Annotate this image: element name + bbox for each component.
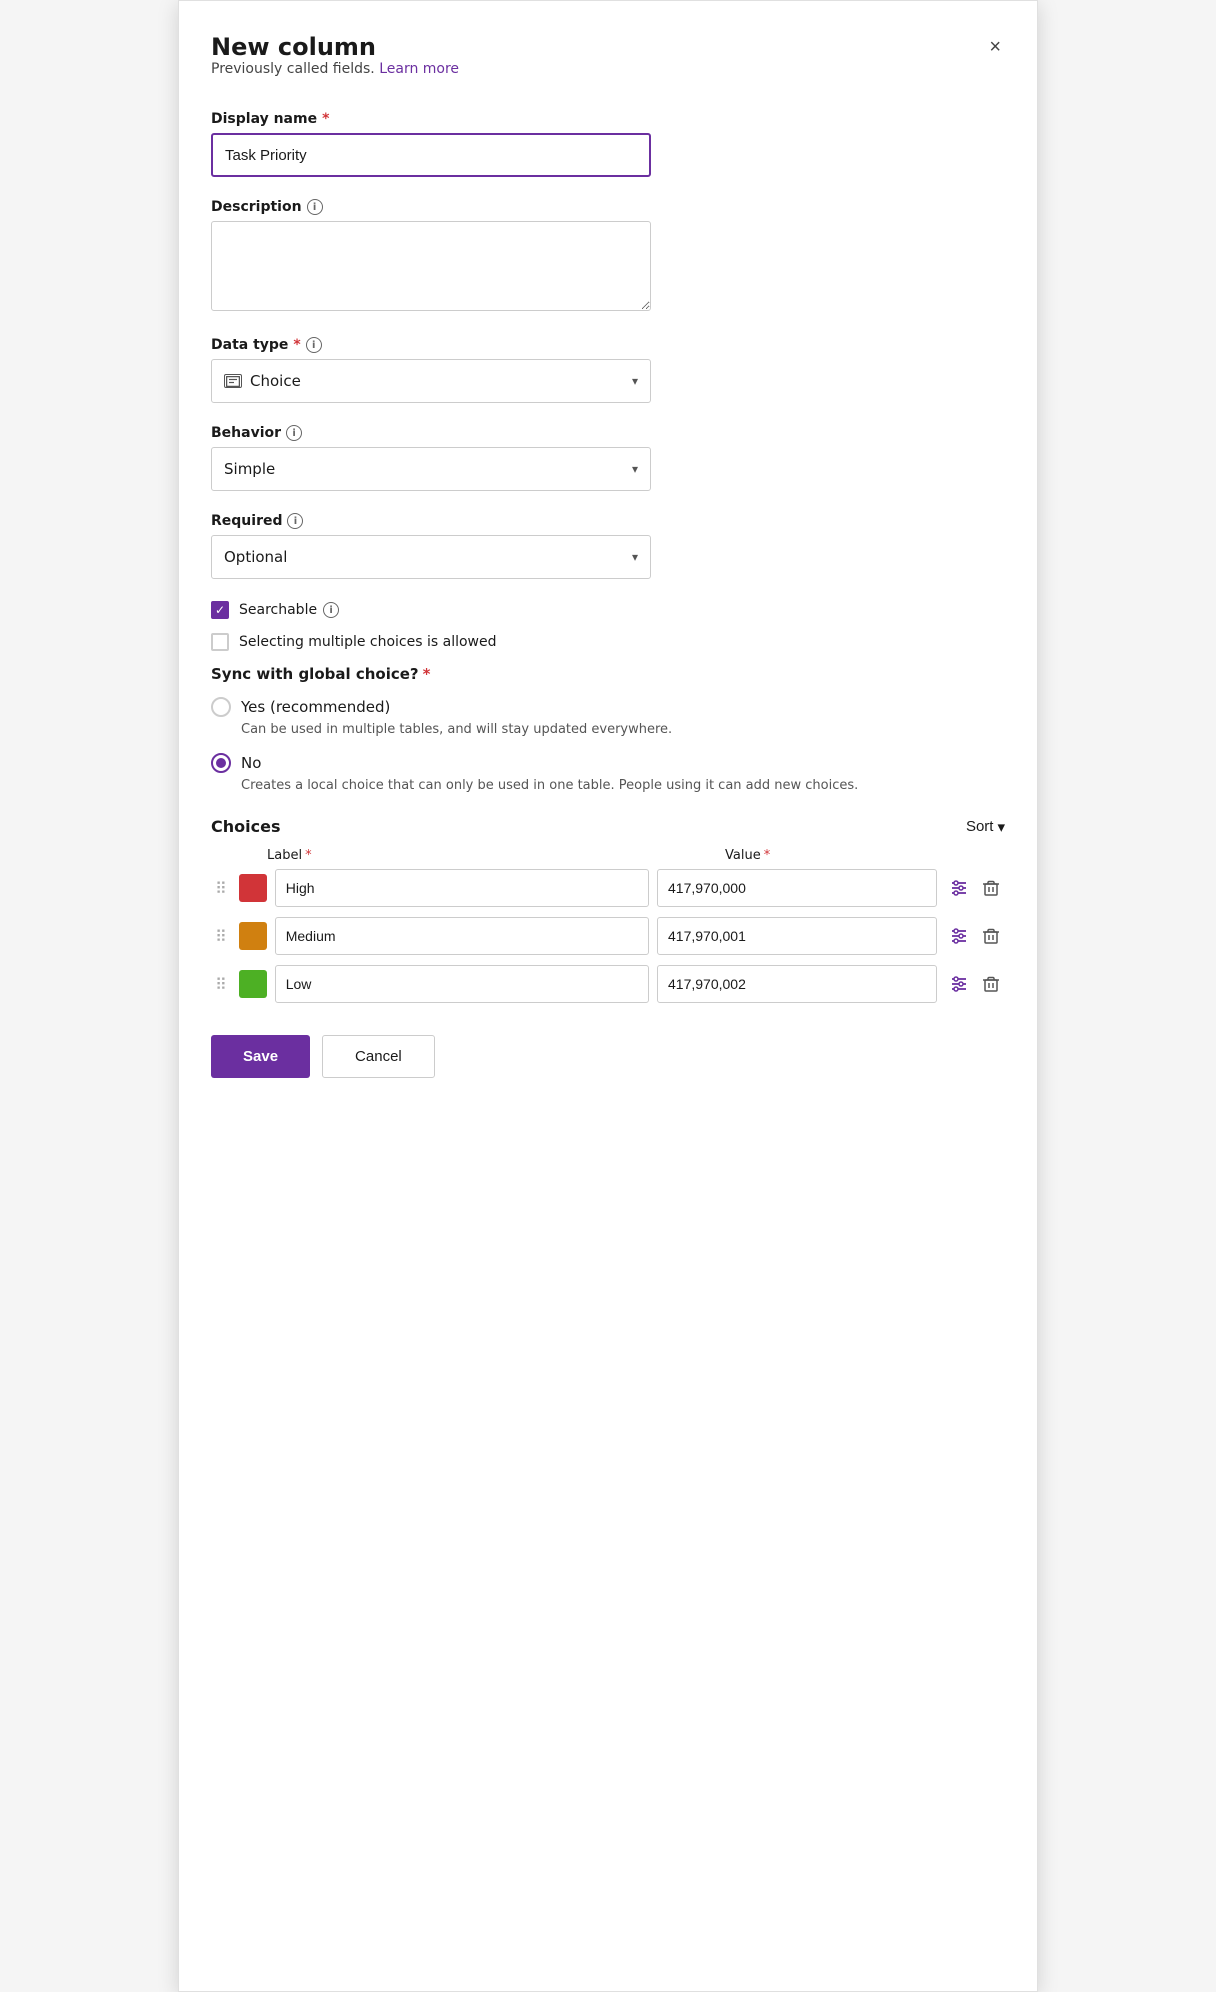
cancel-button[interactable]: Cancel (322, 1035, 435, 1078)
description-input[interactable] (211, 221, 651, 311)
dialog-footer: Save Cancel (211, 1035, 1005, 1078)
display-name-group: Display name * (211, 111, 1005, 177)
required-select[interactable]: Optional ▾ (211, 535, 651, 579)
searchable-label: Searchable i (239, 602, 339, 618)
data-type-info-icon: i (306, 337, 322, 353)
data-type-group: Data type * i Choice ▾ (211, 337, 1005, 403)
searchable-checkbox[interactable]: ✓ (211, 601, 229, 619)
display-name-input[interactable] (211, 133, 651, 177)
choice-value-input-1[interactable] (657, 917, 937, 955)
choice-label-input-2[interactable] (275, 965, 649, 1003)
data-type-select-display[interactable]: Choice ▾ (211, 359, 651, 403)
required-info-icon: i (287, 513, 303, 529)
sort-button[interactable]: Sort ▾ (966, 818, 1005, 836)
save-button[interactable]: Save (211, 1035, 310, 1078)
searchable-info-icon: i (323, 602, 339, 618)
data-type-label: Data type * i (211, 337, 1005, 353)
choice-row: ⠿ (211, 869, 1005, 907)
behavior-group: Behavior i Simple ▾ (211, 425, 1005, 491)
radio-no[interactable] (211, 753, 231, 773)
choice-row: ⠿ (211, 965, 1005, 1003)
dialog-subtitle: Previously called fields. Learn more (211, 61, 459, 77)
learn-more-link[interactable]: Learn more (379, 61, 459, 77)
row-actions-0 (945, 874, 1005, 902)
required-group: Required i Optional ▾ (211, 513, 1005, 579)
new-column-dialog: New column Previously called fields. Lea… (178, 0, 1038, 1992)
dialog-header: New column Previously called fields. Lea… (211, 33, 1005, 105)
description-label: Description i (211, 199, 1005, 215)
sync-global-title: Sync with global choice? * (211, 665, 1005, 683)
data-type-chevron: ▾ (632, 374, 638, 388)
value-column-header: Value * (725, 848, 1005, 863)
required-star: * (322, 111, 329, 127)
sync-required-star: * (423, 665, 431, 683)
multiple-choices-label: Selecting multiple choices is allowed (239, 634, 497, 650)
behavior-value: Simple (224, 460, 275, 478)
choice-row: ⠿ (211, 917, 1005, 955)
multiple-choices-row: Selecting multiple choices is allowed (211, 633, 1005, 651)
drag-handle-1[interactable]: ⠿ (211, 927, 231, 946)
radio-no-desc: Creates a local choice that can only be … (241, 777, 1005, 795)
required-star-2: * (293, 337, 300, 353)
radio-option-yes: Yes (recommended) Can be used in multipl… (211, 697, 1005, 739)
label-column-header: Label * (267, 848, 709, 863)
color-swatch-2[interactable] (239, 970, 267, 998)
radio-no-label: No (241, 754, 261, 772)
required-select-display[interactable]: Optional ▾ (211, 535, 651, 579)
choices-list: ⠿ (211, 869, 1005, 1003)
color-swatch-1[interactable] (239, 922, 267, 950)
choice-value-input-0[interactable] (657, 869, 937, 907)
choices-column-headers: Label * Value * (211, 848, 1005, 863)
behavior-select-display[interactable]: Simple ▾ (211, 447, 651, 491)
display-name-label: Display name * (211, 111, 1005, 127)
delete-button-2[interactable] (977, 970, 1005, 998)
radio-option-no: No Creates a local choice that can only … (211, 753, 1005, 795)
close-button[interactable]: × (985, 33, 1005, 61)
description-info-icon: i (307, 199, 323, 215)
radio-yes-desc: Can be used in multiple tables, and will… (241, 721, 1005, 739)
choice-type-icon (224, 374, 242, 388)
row-actions-1 (945, 922, 1005, 950)
choice-value-input-2[interactable] (657, 965, 937, 1003)
radio-yes-label: Yes (recommended) (241, 698, 390, 716)
choices-header: Choices Sort ▾ (211, 817, 1005, 836)
delete-button-1[interactable] (977, 922, 1005, 950)
choices-section-title: Choices (211, 817, 280, 836)
adjust-button-0[interactable] (945, 874, 973, 902)
row-actions-2 (945, 970, 1005, 998)
description-group: Description i (211, 199, 1005, 315)
sync-global-group: Sync with global choice? * Yes (recommen… (211, 665, 1005, 795)
data-type-value: Choice (250, 372, 301, 390)
choices-section: Choices Sort ▾ Label * Value * ⠿ (211, 817, 1005, 1003)
required-value: Optional (224, 548, 287, 566)
dialog-title-group: New column Previously called fields. Lea… (211, 33, 459, 105)
data-type-select[interactable]: Choice ▾ (211, 359, 651, 403)
adjust-button-2[interactable] (945, 970, 973, 998)
adjust-button-1[interactable] (945, 922, 973, 950)
behavior-info-icon: i (286, 425, 302, 441)
dialog-title: New column (211, 33, 459, 61)
choice-label-input-0[interactable] (275, 869, 649, 907)
radio-yes[interactable] (211, 697, 231, 717)
sort-chevron-icon: ▾ (997, 818, 1005, 836)
searchable-row: ✓ Searchable i (211, 601, 1005, 619)
required-label: Required i (211, 513, 1005, 529)
multiple-choices-checkbox[interactable] (211, 633, 229, 651)
required-chevron: ▾ (632, 550, 638, 564)
delete-button-0[interactable] (977, 874, 1005, 902)
behavior-label: Behavior i (211, 425, 1005, 441)
drag-handle-0[interactable]: ⠿ (211, 879, 231, 898)
behavior-select[interactable]: Simple ▾ (211, 447, 651, 491)
radio-group-sync: Yes (recommended) Can be used in multipl… (211, 697, 1005, 795)
color-swatch-0[interactable] (239, 874, 267, 902)
choice-label-input-1[interactable] (275, 917, 649, 955)
behavior-chevron: ▾ (632, 462, 638, 476)
drag-handle-2[interactable]: ⠿ (211, 975, 231, 994)
